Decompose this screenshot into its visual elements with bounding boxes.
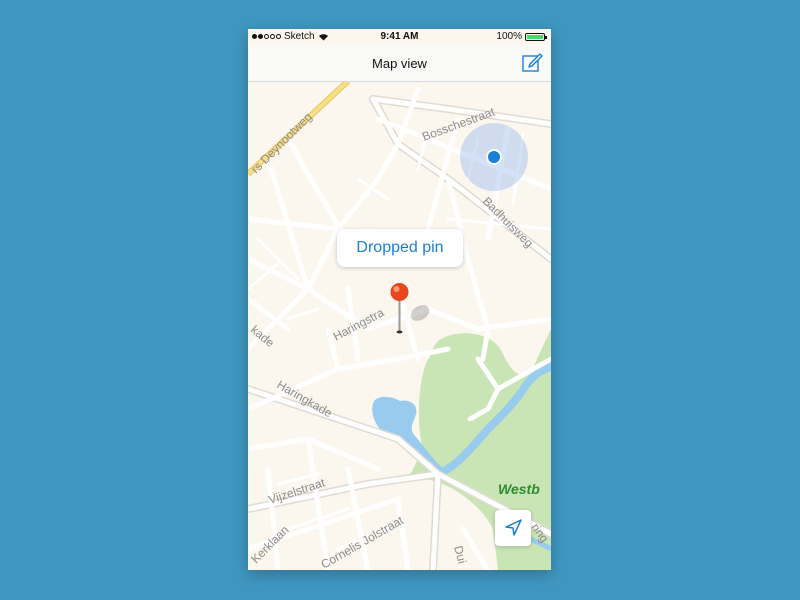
map-view[interactable]: Bosschestraat Badhuisweg rs Deynootweg H… (248, 29, 551, 570)
status-bar-right: 100% (496, 31, 547, 42)
dropped-pin-callout[interactable]: Dropped pin (337, 229, 463, 267)
park-label: Westb (498, 481, 540, 497)
status-bar: Sketch 9:41 AM 100% (248, 29, 551, 45)
phone-screen: Bosschestraat Badhuisweg rs Deynootweg H… (248, 29, 551, 570)
navigation-bar: Map view (248, 45, 551, 82)
map-pin-icon[interactable] (390, 283, 433, 334)
user-location-icon[interactable] (460, 123, 528, 191)
battery-icon (525, 32, 547, 41)
battery-percent: 100% (496, 31, 522, 42)
nav-title: Map view (372, 56, 427, 71)
compose-icon[interactable] (521, 51, 543, 73)
street-label-duin: Dui (451, 544, 469, 565)
location-arrow-icon (505, 519, 522, 536)
locate-me-button[interactable] (495, 510, 531, 546)
